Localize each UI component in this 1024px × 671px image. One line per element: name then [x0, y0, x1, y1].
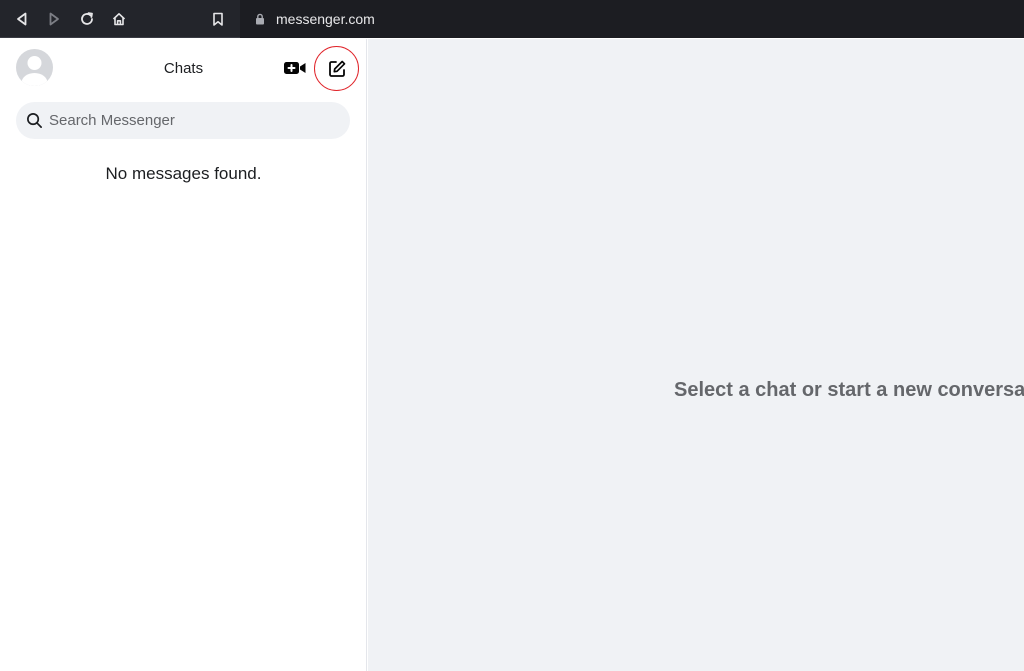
lock-icon — [256, 13, 264, 25]
forward-button[interactable] — [43, 8, 65, 30]
compose-icon — [328, 60, 345, 77]
new-video-call-button[interactable] — [282, 56, 308, 80]
browser-toolbar: messenger.com — [0, 0, 1024, 38]
back-icon — [17, 12, 27, 26]
search-bar[interactable] — [16, 102, 350, 139]
home-icon — [112, 13, 126, 26]
empty-state-message: No messages found. — [105, 164, 262, 183]
new-video-call-icon — [284, 62, 306, 74]
address-bar[interactable]: messenger.com — [240, 0, 1024, 38]
home-button[interactable] — [108, 8, 130, 30]
conversation-pane: Select a chat or start a new conversatio… — [368, 39, 1024, 671]
page-title: Chats — [163, 60, 204, 77]
search-input[interactable] — [49, 112, 329, 129]
chats-sidebar: Chats No messages found. — [0, 39, 367, 671]
forward-icon — [49, 12, 59, 26]
reload-button[interactable] — [76, 8, 98, 30]
empty-conversation-prompt: Select a chat or start a new conversatio… — [674, 379, 1024, 401]
url-text: messenger.com — [276, 11, 375, 27]
reload-icon — [81, 12, 93, 25]
back-button[interactable] — [11, 8, 33, 30]
search-icon — [27, 113, 42, 128]
bookmark-button[interactable] — [207, 8, 229, 30]
bookmark-icon — [213, 12, 223, 26]
compose-button[interactable] — [314, 46, 359, 91]
